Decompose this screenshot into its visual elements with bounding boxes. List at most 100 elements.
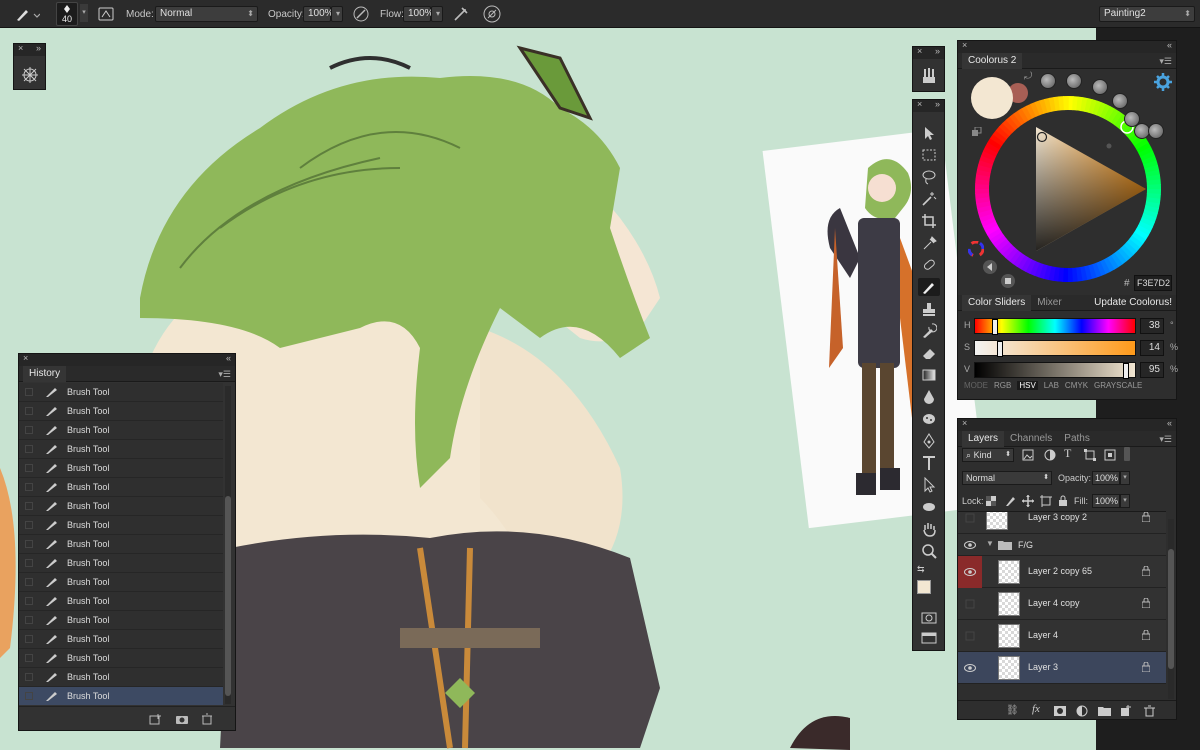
history-snapshot-checkbox[interactable] [25,654,33,662]
history-snapshot-checkbox[interactable] [25,388,33,396]
history-snapshot-checkbox[interactable] [25,692,33,700]
mode-lab[interactable]: LAB [1044,381,1059,390]
airbrush-icon[interactable] [452,0,470,28]
quick-mask-icon[interactable] [921,612,937,624]
foreground-color-swatch[interactable] [917,580,931,594]
group-expand-arrow-icon[interactable]: ▼ [986,539,994,548]
history-item[interactable]: Brush Tool [19,402,223,421]
history-snapshot-checkbox[interactable] [25,502,33,510]
brush-tool-icon[interactable] [918,278,940,296]
trash-icon[interactable] [201,713,213,725]
swap-colors-icon[interactable]: ⇆ [917,564,925,575]
workspace-select[interactable]: Painting2 ⬍ [1099,6,1195,22]
lock-artboard-icon[interactable] [1040,495,1052,507]
healing-brush-tool-icon[interactable] [918,256,940,274]
history-snapshot-checkbox[interactable] [25,407,33,415]
collapse-icon[interactable]: » [935,99,940,109]
history-item[interactable]: Brush Tool [19,611,223,630]
update-coolorus-link[interactable]: Update Coolorus! [1094,297,1172,308]
history-snapshot-checkbox[interactable] [25,464,33,472]
screen-mode-icon[interactable] [921,632,937,644]
tab-color-sliders[interactable]: Color Sliders [962,294,1032,311]
visibility-off-box[interactable] [964,598,976,610]
layer-opacity-field[interactable]: 100% [1092,471,1120,485]
history-snapshot-checkbox[interactable] [25,426,33,434]
slider-value[interactable]: 95 [1140,362,1164,378]
history-snapshot-checkbox[interactable] [25,483,33,491]
tab-channels[interactable]: Channels [1004,431,1058,447]
brush-presets-icon[interactable] [913,67,944,85]
camera-icon[interactable] [175,713,189,725]
swap-icon[interactable]: ⤾ [1024,71,1032,82]
tab-coolorus[interactable]: Coolorus 2 [962,52,1023,69]
slider-value[interactable]: 14 [1140,340,1164,356]
new-document-icon[interactable] [149,713,163,725]
history-snapshot-checkbox[interactable] [25,597,33,605]
history-snapshot-checkbox[interactable] [25,540,33,548]
link-layers-icon[interactable]: ⛓ [1006,705,1019,716]
slider-track[interactable] [974,362,1136,379]
layer-row[interactable]: Layer 3 [958,652,1166,684]
rgb-wheel-icon[interactable] [968,241,984,257]
close-icon[interactable]: × [23,353,28,363]
mode-rgb[interactable]: RGB [994,381,1011,390]
pressure-opacity-icon[interactable] [352,0,370,28]
layer-style-fx-icon[interactable]: fx [1032,703,1040,715]
history-item[interactable]: Brush Tool [19,630,223,649]
history-snapshot-checkbox[interactable] [25,445,33,453]
delete-layer-trash-icon[interactable] [1144,705,1155,717]
color-preset-button[interactable] [1040,73,1056,89]
slider-track[interactable] [974,340,1136,357]
collapse-icon[interactable]: « [1167,40,1172,50]
layer-group-row[interactable]: ▼ F/G [958,534,1166,556]
crop-tool-icon[interactable] [918,212,940,230]
filter-smartobject-icon[interactable] [1104,449,1116,461]
color-preset-button[interactable] [1112,93,1128,109]
new-layer-icon[interactable] [1120,705,1132,717]
opacity-field[interactable]: 100% [303,6,334,22]
layer-row[interactable]: Layer 2 copy 65 [958,556,1166,588]
panel-menu-icon[interactable]: ▾☰ [1159,434,1172,445]
collapse-icon[interactable]: « [226,353,231,363]
blur-tool-icon[interactable] [918,388,940,406]
filter-type-icon[interactable]: T [1064,446,1071,461]
settings-gear-icon[interactable] [1154,73,1172,91]
move-tool-icon[interactable] [918,124,940,142]
hand-tool-icon[interactable] [918,520,940,538]
visibility-off-box[interactable] [964,512,976,524]
collapse-icon[interactable]: » [36,43,41,53]
panel-menu-icon[interactable]: ▾☰ [218,369,231,380]
history-snapshot-checkbox[interactable] [25,559,33,567]
tab-mixer[interactable]: Mixer [1031,295,1067,311]
history-item[interactable]: Brush Tool [19,440,223,459]
brush-tool-preset-icon[interactable] [14,0,40,28]
history-snapshot-checkbox[interactable] [25,616,33,624]
history-scrollbar[interactable] [225,386,231,704]
tab-history[interactable]: History [23,365,67,382]
layer-opacity-dropdown[interactable]: ▾ [1120,471,1130,485]
ellipse-tool-icon[interactable] [918,498,940,516]
foreground-swatch[interactable] [971,77,1013,119]
history-brush-tool-icon[interactable] [918,322,940,340]
lock-transparent-icon[interactable] [986,496,996,506]
magic-wand-tool-icon[interactable] [918,190,940,208]
history-snapshot-checkbox[interactable] [25,673,33,681]
history-item[interactable]: Brush Tool [19,497,223,516]
history-item[interactable]: Brush Tool [19,421,223,440]
slider-value[interactable]: 38 [1140,318,1164,334]
history-snapshot-checkbox[interactable] [25,635,33,643]
history-item[interactable]: Brush Tool [19,668,223,687]
slider-v[interactable]: V 95 % [964,361,1180,379]
mode-grayscale[interactable]: GRAYSCALE [1094,381,1142,390]
mode-cmyk[interactable]: CMYK [1065,381,1088,390]
type-tool-icon[interactable] [918,454,940,472]
history-item[interactable]: Brush Tool [19,687,223,705]
history-item[interactable]: Brush Tool [19,573,223,592]
lock-paint-icon[interactable] [1004,495,1016,507]
color-preset-button[interactable] [1066,73,1082,89]
new-group-folder-icon[interactable] [1098,705,1111,716]
opacity-dropdown[interactable]: ▾ [331,6,343,22]
filter-shape-icon[interactable] [1084,449,1096,461]
layers-scrollbar[interactable] [1168,519,1174,699]
kind-filter[interactable]: ⌕ Kind ⬍ [962,448,1014,462]
